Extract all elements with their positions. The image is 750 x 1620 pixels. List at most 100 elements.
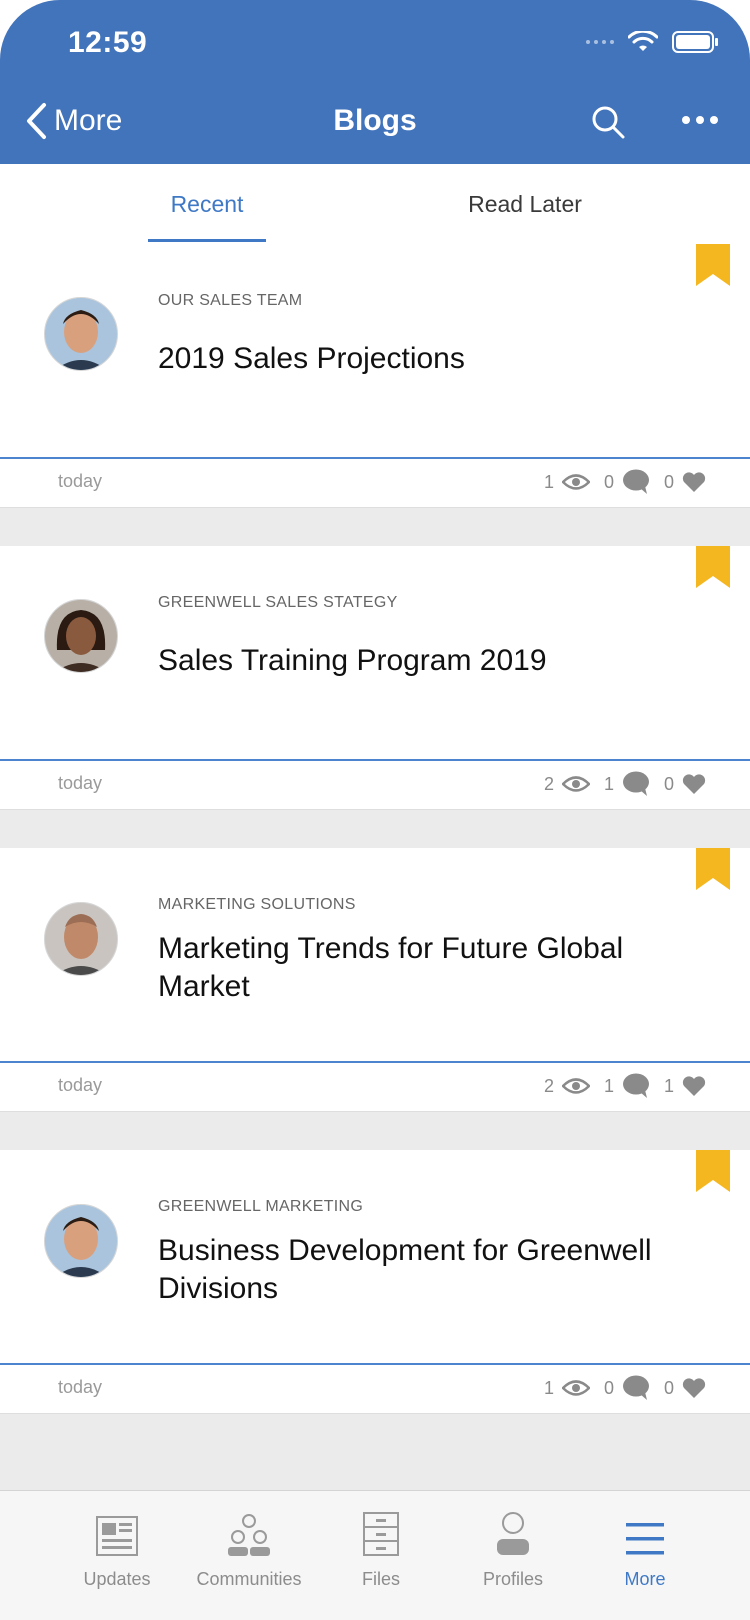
status-icons [586,30,720,54]
views-count: 2 [543,1075,554,1096]
comment-icon [622,469,649,494]
post-date: today [58,471,103,491]
avatar [44,599,118,673]
likes-stat: 0 [664,1377,706,1399]
post-stats: 2 1 0 [538,771,706,797]
card-footer: today 2 1 0 [0,761,750,810]
card-footer: today 1 0 0 [0,459,750,508]
avatar [44,297,118,371]
eye-icon [561,1380,590,1396]
dot [682,116,690,124]
phone-screen: 12:59 More Blogs Recent Read Later OUR S… [0,0,750,1620]
comments-count: 0 [603,1377,614,1398]
post-stats: 1 0 0 [538,1375,706,1401]
blog-category: OUR SALES TEAM [158,292,303,309]
heart-icon [682,1076,706,1096]
likes-stat: 0 [664,471,706,493]
eye-icon [561,474,590,490]
app-header: 12:59 More Blogs [0,0,750,164]
dot [696,116,704,124]
page-title: Blogs [333,104,417,137]
comment-icon [622,1073,649,1098]
card-footer: today 2 1 1 [0,1063,750,1112]
comments-count: 1 [603,1075,614,1096]
views-stat: 1 [544,1378,590,1399]
post-date: today [58,1377,103,1397]
eye-icon [561,1078,590,1094]
tabbar-label: More [624,1569,666,1589]
blog-card[interactable]: MARKETING SOLUTIONS Marketing Trends for… [0,848,750,1112]
tabbar-label: Communities [196,1569,302,1589]
card-footer: today 1 0 0 [0,1365,750,1414]
tabbar-label: Files [361,1569,400,1589]
post-date: today [58,1075,103,1095]
avatar [44,1204,118,1278]
comments-stat: 1 [604,1073,650,1099]
views-count: 1 [543,471,554,492]
eye-icon [561,776,590,792]
blog-title: Marketing Trends for Future Global Marke… [158,932,624,1003]
avatar [44,902,118,976]
comment-icon [622,771,649,796]
post-date: today [58,773,103,793]
views-count: 1 [543,1377,554,1398]
person-icon [497,1512,529,1555]
likes-count: 0 [663,1377,674,1398]
blog-card[interactable]: GREENWELL SALES STATEGY Sales Training P… [0,546,750,810]
menu-icon [626,1523,664,1555]
heart-icon [682,472,706,492]
dot [710,116,718,124]
tabbar-label: Updates [83,1569,151,1589]
bottom-tab-bar: Updates Communities Files Profiles More [0,1490,750,1620]
views-stat: 2 [544,1076,590,1097]
comments-stat: 1 [604,771,650,797]
file-cabinet-icon [363,1512,399,1556]
blog-category: GREENWELL SALES STATEGY [158,594,398,611]
blog-title: Sales Training Program 2019 [158,644,547,677]
comments-count: 0 [603,471,614,492]
blog-title: 2019 Sales Projections [158,342,465,375]
search-icon [592,106,625,139]
tab-recent[interactable]: Recent [148,164,266,244]
signal-icon [586,40,614,44]
likes-count: 1 [663,1075,674,1096]
heart-icon [682,774,706,794]
views-count: 2 [543,773,554,794]
wifi-icon [628,31,658,51]
comments-count: 1 [603,773,614,794]
blog-category: MARKETING SOLUTIONS [158,896,356,913]
comments-stat: 0 [604,1375,650,1401]
tab-read-later[interactable]: Read Later [450,164,600,244]
tabbar-label: Profiles [482,1569,544,1589]
likes-stat: 0 [664,773,706,795]
people-icon [228,1514,270,1556]
newspaper-icon [96,1516,138,1556]
tabbar-item-more[interactable]: More [580,1505,710,1590]
likes-count: 0 [663,773,674,794]
tabbar-item-profiles[interactable]: Profiles [448,1505,578,1590]
likes-count: 0 [663,471,674,492]
status-time: 12:59 [68,26,148,59]
bookmark-icon[interactable] [696,244,730,286]
blog-card[interactable]: OUR SALES TEAM 2019 Sales Projections to… [0,244,750,508]
post-stats: 1 0 0 [538,469,706,495]
segmented-tabs: Recent Read Later [0,164,750,245]
tabbar-item-updates[interactable]: Updates [52,1505,182,1590]
heart-icon [682,1378,706,1398]
blog-category: GREENWELL MARKETING [158,1198,364,1215]
bookmark-icon[interactable] [696,848,730,890]
blog-card[interactable]: GREENWELL MARKETING Business Development… [0,1150,750,1414]
views-stat: 2 [544,774,590,795]
post-stats: 2 1 1 [538,1073,706,1099]
views-stat: 1 [544,472,590,493]
likes-stat: 1 [664,1075,706,1097]
more-options-button[interactable] [682,116,718,124]
tabbar-item-files[interactable]: Files [316,1505,446,1590]
bookmark-icon[interactable] [696,546,730,588]
blog-title: Business Development for Greenwell Divis… [158,1234,652,1305]
tabbar-item-communities[interactable]: Communities [184,1505,314,1590]
comment-icon [622,1375,649,1400]
search-button[interactable] [590,104,626,145]
battery-icon [672,31,718,53]
bookmark-icon[interactable] [696,1150,730,1192]
